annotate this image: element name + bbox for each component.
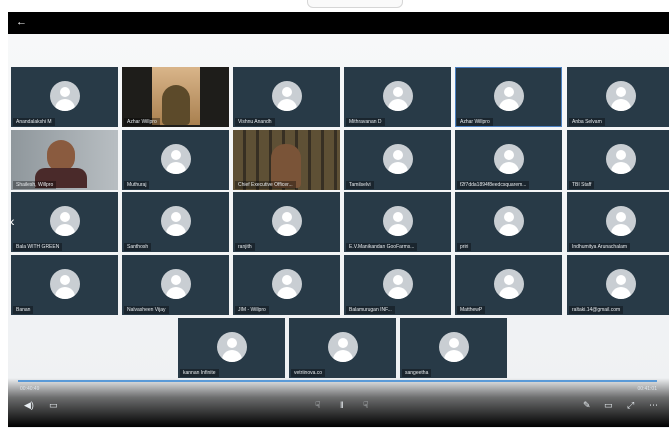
- participant-tile: MatthewP: [455, 255, 562, 315]
- more-options-icon[interactable]: ⋯: [649, 400, 658, 410]
- participant-tile: Bala WITH GREEN: [11, 192, 118, 252]
- participant-tile: Mithravanan D: [344, 67, 451, 127]
- participant-tile: Anandalakshi M: [11, 67, 118, 127]
- participant-name: Anandalakshi M: [13, 118, 55, 126]
- participant-name: JIM - Willpro: [235, 306, 269, 314]
- participant-name: kannan Infinite: [180, 369, 219, 377]
- participant-name: ranjith: [235, 243, 255, 251]
- participant-name: Azhar Willpro: [457, 118, 493, 126]
- total-time: 00:41:01: [637, 386, 657, 392]
- video-title-bar: ←: [8, 12, 669, 34]
- participant-name: Balamurugan INF...: [346, 306, 395, 314]
- participant-tile: kannan Infinite: [178, 318, 285, 378]
- participant-tile: JIM - Willpro: [233, 255, 340, 315]
- participant-tile: Santhosh: [122, 192, 229, 252]
- participant-tile: sangeetha: [400, 318, 507, 378]
- avatar-icon: [382, 269, 413, 299]
- avatar-icon: [493, 81, 524, 111]
- pen-icon[interactable]: ✎: [583, 400, 591, 410]
- participant-tile: vetriinova.co: [289, 318, 396, 378]
- participant-tile: Balamurugan INF...: [344, 255, 451, 315]
- back-arrow-icon[interactable]: ←: [16, 15, 27, 29]
- hand-down-icon[interactable]: ☟: [315, 400, 320, 410]
- progress-bar[interactable]: [18, 380, 657, 382]
- participant-name: TBI Staff: [569, 181, 595, 189]
- left-edge: [0, 0, 8, 427]
- participant-tile: Indhumitya Arunachalam: [567, 192, 669, 252]
- participant-name: Banan: [13, 306, 34, 314]
- participant-tile: Anba Selvam: [567, 67, 669, 127]
- avatar-icon: [382, 81, 413, 111]
- participant-name: Vishnu Anandh: [235, 118, 275, 126]
- participant-tile: Tamilselvi: [344, 130, 451, 190]
- participant-name: priri: [457, 243, 472, 251]
- participant-name: Chief Executive Officer...: [235, 181, 296, 189]
- avatar-icon: [271, 206, 302, 236]
- participant-name: Indhumitya Arunachalam: [569, 243, 631, 251]
- participant-name: Muthuraj: [124, 181, 150, 189]
- pause-icon[interactable]: ‖: [340, 400, 344, 410]
- ghost-tab: [307, 0, 403, 8]
- participant-tile: ranjith: [233, 192, 340, 252]
- participant-name: Tamilselvi: [346, 181, 374, 189]
- participant-name: f2f7dda1894f8eedcsquarem...: [457, 181, 530, 189]
- participant-tile: TBI Staff: [567, 130, 669, 190]
- previous-page-icon[interactable]: ‹: [10, 214, 15, 228]
- participant-name: Santhosh: [124, 243, 152, 251]
- participant-name: Bala WITH GREEN: [13, 243, 63, 251]
- participant-name: Azhar Willpro: [124, 118, 160, 126]
- participant-tile: Banan: [11, 255, 118, 315]
- avatar-icon: [605, 206, 636, 236]
- participant-tile: E.V.Manikandan GooFarms...: [344, 192, 451, 252]
- participant-tile: Nalvasheen Vijay: [122, 255, 229, 315]
- avatar-icon: [438, 332, 469, 362]
- avatar-icon: [493, 206, 524, 236]
- participant-name: raltaki.14@gmail.com: [569, 306, 624, 314]
- participant-tile: Chief Executive Officer...: [233, 130, 340, 190]
- avatar-icon: [49, 269, 80, 299]
- avatar-icon: [605, 81, 636, 111]
- participant-name: Anba Selvam: [569, 118, 605, 126]
- participant-tile: Azhar Willpro: [122, 67, 229, 127]
- participant-name: Shailesh, Willpro: [13, 181, 57, 189]
- current-time: 00:40:49: [20, 386, 40, 392]
- participant-tile: Vishnu Anandh: [233, 67, 340, 127]
- avatar-icon: [271, 81, 302, 111]
- volume-icon[interactable]: ◀): [24, 400, 34, 410]
- participant-name: Mithravanan D: [346, 118, 385, 126]
- participant-name: MatthewP: [457, 306, 486, 314]
- participant-video: [162, 85, 190, 125]
- video-player-controls: 00:40:49 00:41:01 ◀) ▭ ☟ ‖ ☟ ✎ ▭ ⤢ ⋯: [8, 378, 669, 427]
- participant-name: E.V.Manikandan GooFarms...: [346, 243, 418, 251]
- participant-name: vetriinova.co: [291, 369, 326, 377]
- participant-tile: raltaki.14@gmail.com: [567, 255, 669, 315]
- participant-tile: Muthuraj: [122, 130, 229, 190]
- avatar-icon: [382, 144, 413, 174]
- avatar-icon: [160, 206, 191, 236]
- participant-tile: f2f7dda1894f8eedcsquarem...: [455, 130, 562, 190]
- avatar-icon: [160, 144, 191, 174]
- captions-icon[interactable]: ▭: [49, 400, 58, 410]
- avatar-icon: [382, 206, 413, 236]
- avatar-icon: [271, 269, 302, 299]
- avatar-icon: [49, 206, 80, 236]
- avatar-icon: [327, 332, 358, 362]
- participant-tile: Shailesh, Willpro: [11, 130, 118, 190]
- avatar-icon: [605, 144, 636, 174]
- participant-name: Nalvasheen Vijay: [124, 306, 169, 314]
- participant-tile: Azhar Willpro: [455, 67, 562, 127]
- participant-name: sangeetha: [402, 369, 432, 377]
- fullscreen-icon[interactable]: ⤢: [627, 400, 634, 410]
- avatar-icon: [493, 269, 524, 299]
- avatar-icon: [160, 269, 191, 299]
- screen-icon[interactable]: ▭: [604, 400, 613, 410]
- participant-tile: priri: [455, 192, 562, 252]
- avatar-icon: [216, 332, 247, 362]
- avatar-icon: [605, 269, 636, 299]
- hand-down-icon-2[interactable]: ☟: [363, 400, 368, 410]
- avatar-icon: [493, 144, 524, 174]
- avatar-icon: [49, 81, 80, 111]
